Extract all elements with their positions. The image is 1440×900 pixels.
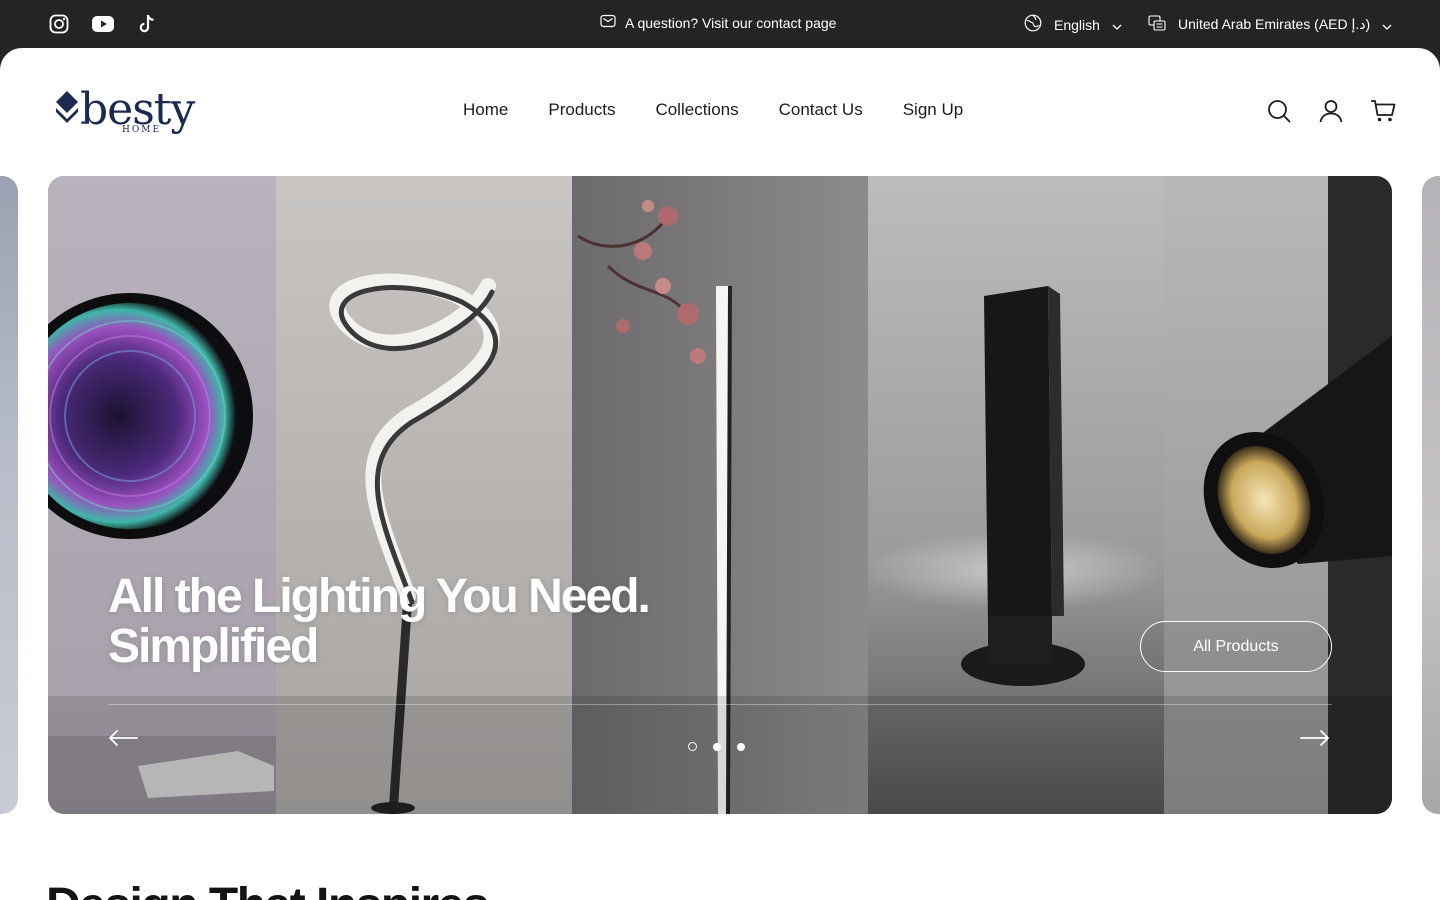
currency-icon (1148, 14, 1166, 35)
slide-dot-1[interactable] (688, 742, 697, 751)
chevron-down-icon (1382, 17, 1392, 33)
header-actions (1266, 98, 1396, 124)
nav-sign-up[interactable]: Sign Up (903, 100, 963, 120)
slide-dot-2[interactable] (713, 742, 721, 751)
nav-home[interactable]: Home (463, 100, 508, 120)
language-label: English (1054, 16, 1100, 33)
hero-image (48, 176, 1392, 814)
slide-dot-3[interactable] (737, 742, 745, 751)
all-products-button[interactable]: All Products (1140, 621, 1332, 672)
section-title: Design That Inspires (46, 878, 490, 900)
slide-dots (688, 742, 745, 751)
globe-icon (1024, 14, 1042, 35)
hero-title-line-2: Simplified (108, 620, 319, 673)
hero-title-line-1: All the Lighting You Need. (108, 570, 651, 623)
hero-divider (108, 704, 1332, 705)
nav-products[interactable]: Products (548, 100, 615, 120)
logo-subtext: HOME (122, 125, 162, 135)
site-header: besty HOME Home Products Collections Con… (0, 48, 1440, 176)
main-nav: Home Products Collections Contact Us Sig… (463, 100, 963, 120)
hero-slideshow: All the Lighting You Need. Simplified Al… (48, 176, 1392, 814)
hero-title: All the Lighting You Need. Simplified (108, 572, 748, 672)
language-selector[interactable]: English (1024, 14, 1122, 35)
mail-icon (600, 14, 616, 31)
arrow-left-icon[interactable] (108, 726, 138, 750)
youtube-icon[interactable] (92, 12, 114, 36)
previous-slide-peek[interactable] (0, 176, 18, 814)
account-icon[interactable] (1318, 98, 1344, 124)
contact-announcement-link[interactable]: A question? Visit our contact page (600, 14, 836, 31)
nav-contact-us[interactable]: Contact Us (779, 100, 863, 120)
logo[interactable]: besty HOME (54, 84, 204, 140)
search-icon[interactable] (1266, 98, 1292, 124)
country-selector[interactable]: United Arab Emirates (AED د.إ) (1148, 14, 1392, 35)
announcement-bar: A question? Visit our contact page Engli… (0, 0, 1440, 48)
tiktok-icon[interactable] (136, 12, 158, 36)
social-links (48, 12, 158, 36)
cart-icon[interactable] (1370, 98, 1396, 124)
page-content: besty HOME Home Products Collections Con… (0, 48, 1440, 900)
chevron-down-icon (1112, 17, 1122, 33)
nav-collections[interactable]: Collections (655, 100, 738, 120)
instagram-icon[interactable] (48, 12, 70, 36)
next-slide-peek[interactable] (1422, 176, 1440, 814)
arrow-right-icon[interactable] (1300, 726, 1330, 750)
announcement-text: A question? Visit our contact page (625, 14, 837, 31)
country-label: United Arab Emirates (AED د.إ) (1178, 16, 1371, 32)
